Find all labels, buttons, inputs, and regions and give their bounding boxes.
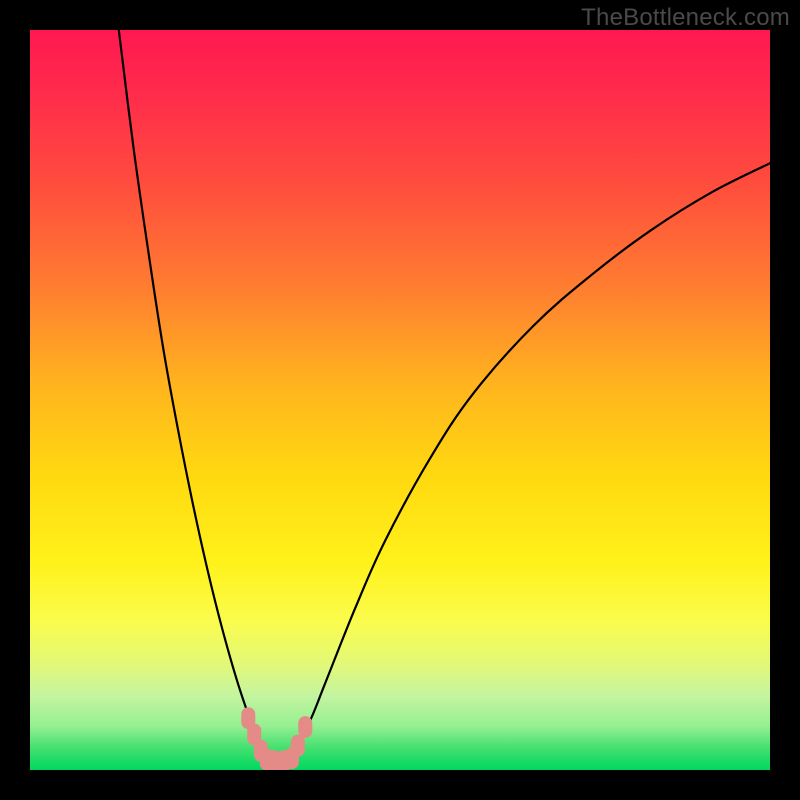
data-marker: [291, 735, 305, 757]
marker-layer: [241, 707, 312, 770]
curve-left-curve: [119, 30, 267, 763]
chart-frame: TheBottleneck.com: [0, 0, 800, 800]
data-marker: [298, 716, 312, 738]
plot-area: [30, 30, 770, 770]
curve-layer: [119, 30, 770, 763]
attribution-text: TheBottleneck.com: [581, 4, 790, 32]
chart-svg: [30, 30, 770, 770]
curve-right-curve: [289, 163, 770, 762]
